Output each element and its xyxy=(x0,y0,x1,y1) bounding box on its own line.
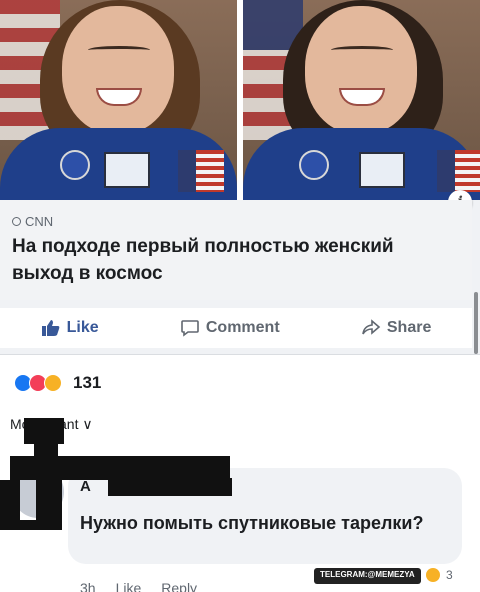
censor-block xyxy=(0,520,62,530)
comment-text: Нужно помыть спутниковые тарелки? xyxy=(80,513,424,533)
scrollbar[interactable] xyxy=(474,292,478,354)
name-badge xyxy=(104,152,150,188)
source-name: CNN xyxy=(25,214,54,229)
us-flag-patch-icon xyxy=(437,150,480,192)
haha-reaction-icon xyxy=(44,373,62,392)
source-circle-icon xyxy=(12,217,21,226)
comment-button[interactable]: Comment xyxy=(180,318,280,338)
astronaut-photo-left xyxy=(0,0,237,200)
comment-reaction-count: 3 xyxy=(446,568,453,582)
nasa-patch-icon xyxy=(299,150,329,180)
post-image-collage[interactable] xyxy=(0,0,480,200)
reaction-count: 131 xyxy=(73,372,102,392)
comment-bubble-icon xyxy=(181,320,199,337)
eyes xyxy=(331,46,393,54)
comment-meta: 3h Like Reply xyxy=(80,580,197,592)
comment-label: Comment xyxy=(205,319,280,336)
thumbs-up-icon xyxy=(41,320,59,336)
share-arrow-icon xyxy=(362,319,381,335)
comment-like-link[interactable]: Like xyxy=(116,580,142,592)
comment-time: 3h xyxy=(80,580,96,592)
like-label: Like xyxy=(66,319,99,336)
post-action-bar: Like Comment Share xyxy=(0,308,472,348)
post-headline[interactable]: На подходе первый полностью женский выхо… xyxy=(12,233,460,287)
censor-block xyxy=(34,436,58,472)
share-button[interactable]: Share xyxy=(361,318,431,338)
face xyxy=(62,6,174,134)
haha-reaction-icon xyxy=(426,568,440,582)
us-flag-patch-icon xyxy=(178,150,224,192)
link-preview-card[interactable]: CNN На подходе первый полностью женский … xyxy=(0,200,472,300)
comment-reply-link[interactable]: Reply xyxy=(161,580,197,592)
like-button[interactable]: Like xyxy=(41,318,99,338)
eyes xyxy=(88,46,150,54)
reaction-icons xyxy=(14,373,62,392)
censor-block xyxy=(108,478,232,496)
name-badge xyxy=(359,152,405,188)
nasa-patch-icon xyxy=(60,150,90,180)
source-line: CNN xyxy=(12,214,460,229)
share-label: Share xyxy=(386,319,432,336)
watermark-label: TELEGRAM:@MEMEZYA xyxy=(314,568,421,584)
face xyxy=(305,6,417,134)
astronaut-photo-right xyxy=(243,0,480,200)
reactions-summary[interactable]: 131 xyxy=(0,354,480,410)
comment-sort-dropdown[interactable]: Mo elevant ∨ xyxy=(0,410,480,450)
